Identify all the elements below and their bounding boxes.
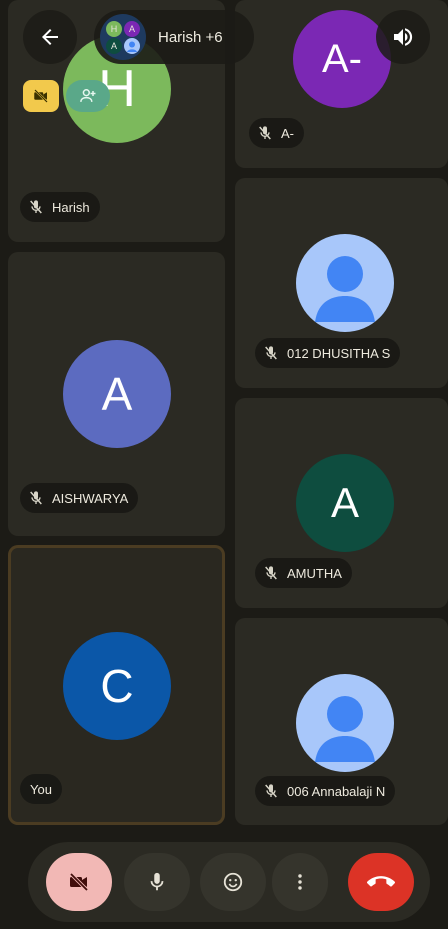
avatar	[296, 234, 394, 332]
speaker-icon	[394, 28, 413, 46]
participant-tile-dhusitha[interactable]: 012 DHUSITHA S	[235, 178, 448, 388]
participant-name-chip: 012 DHUSITHA S	[255, 338, 401, 368]
video-off-icon	[34, 89, 48, 103]
participant-name: A-	[281, 125, 294, 141]
participants-pill[interactable]: H A A Harish +6	[94, 10, 254, 64]
call-end-icon	[367, 876, 395, 887]
end-call-button[interactable]	[348, 853, 414, 911]
participant-name: 012 DHUSITHA S	[287, 345, 391, 361]
participant-name: 006 Annabalaji N	[287, 783, 386, 799]
mini-avatar: A	[124, 21, 140, 37]
participant-tile-annabalaji[interactable]: 006 Annabalaji N	[235, 618, 448, 825]
mini-avatar: A	[106, 38, 122, 54]
participant-name-chip: 006 Annabalaji N	[255, 776, 396, 806]
default-person-icon	[315, 696, 375, 762]
mini-avatar-cluster: H A A	[100, 14, 146, 60]
participants-label: Harish +6	[158, 28, 223, 46]
participant-name: AISHWARYA	[52, 490, 129, 506]
mic-icon	[150, 872, 164, 891]
mini-avatar	[124, 38, 140, 54]
participant-tile-amutha[interactable]: A AMUTHA	[235, 398, 448, 608]
mic-off-icon	[30, 491, 42, 505]
reactions-button[interactable]	[200, 853, 266, 911]
avatar: A	[296, 454, 394, 552]
mic-off-icon	[265, 346, 277, 360]
mini-avatar: H	[106, 21, 122, 37]
participant-name-chip: AMUTHA	[255, 558, 352, 588]
participant-name-chip: A-	[249, 118, 304, 148]
more-vert-icon	[298, 874, 302, 890]
default-person-icon	[127, 41, 137, 52]
mic-off-icon	[265, 566, 277, 580]
add-people-badge[interactable]	[66, 80, 110, 112]
participant-name: Harish	[52, 199, 90, 215]
arrow-back-icon	[42, 29, 58, 45]
participant-name-chip: Harish	[20, 192, 100, 222]
avatar: A	[63, 340, 171, 448]
camera-toggle-button[interactable]	[46, 853, 112, 911]
avatar	[296, 674, 394, 772]
mic-off-icon	[259, 126, 271, 140]
participant-name-chip: AISHWARYA	[20, 483, 139, 513]
audio-output-button[interactable]	[376, 10, 430, 64]
participant-name: You	[30, 781, 52, 797]
mic-off-icon	[30, 200, 42, 214]
back-button[interactable]	[23, 10, 77, 64]
smile-icon	[223, 872, 243, 892]
mic-toggle-button[interactable]	[124, 853, 190, 911]
video-off-icon	[69, 872, 89, 892]
avatar: A-	[293, 10, 391, 108]
person-add-icon	[80, 89, 96, 102]
avatar: C	[63, 632, 171, 740]
participant-name-chip: You	[20, 774, 62, 804]
participant-name: AMUTHA	[287, 565, 342, 581]
camera-off-badge	[23, 80, 59, 112]
participant-tile-you[interactable]: C You	[8, 545, 225, 825]
default-person-icon	[315, 256, 375, 322]
participant-tile-aishwarya[interactable]: A AISHWARYA	[8, 252, 225, 536]
more-options-button[interactable]	[272, 853, 328, 911]
mic-off-icon	[265, 784, 277, 798]
